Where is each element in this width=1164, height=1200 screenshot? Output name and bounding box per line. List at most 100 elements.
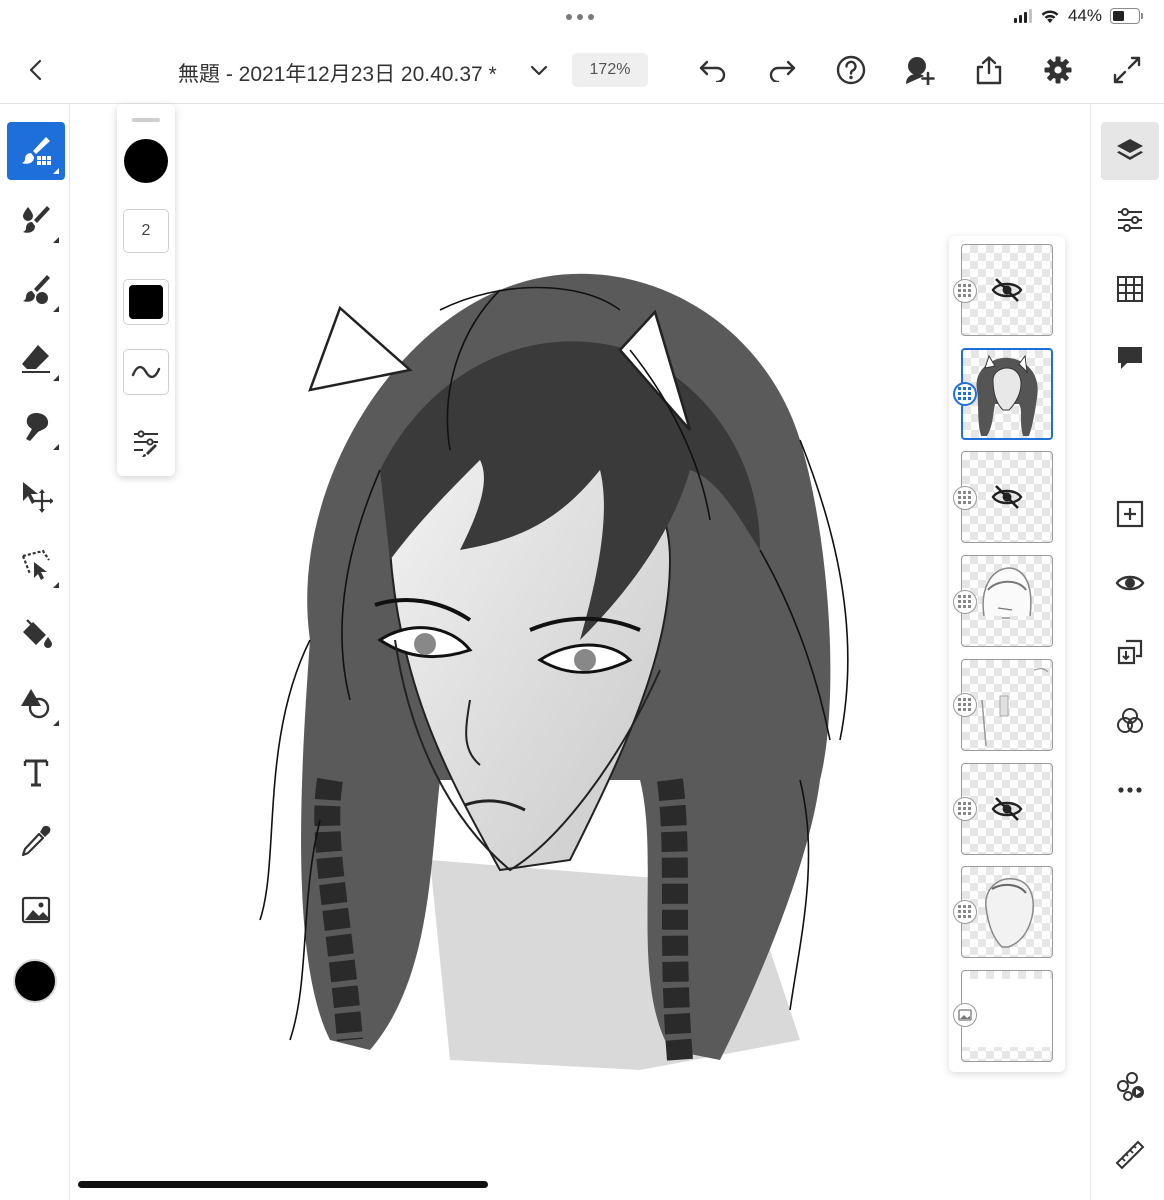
brush-color-swatch[interactable] (124, 139, 168, 183)
add-layer-button[interactable] (1101, 485, 1159, 543)
home-indicator[interactable] (78, 1181, 488, 1188)
multitasking-dots[interactable] (566, 14, 594, 20)
braid-right (657, 778, 693, 1062)
eyedropper-icon (21, 825, 51, 857)
share-icon (976, 56, 1002, 85)
livestream-icon (1117, 1072, 1144, 1101)
layer-type-badge[interactable] (953, 590, 977, 614)
eraser-icon (22, 345, 50, 373)
layer-visibility-button[interactable] (1101, 554, 1159, 612)
hidden-eye-icon (991, 797, 1023, 821)
shapes-icon (21, 689, 50, 719)
merge-down-icon (1117, 639, 1143, 665)
fill-tool[interactable] (7, 605, 65, 663)
lasso-selection-icon (21, 549, 50, 580)
layers-button[interactable] (1101, 122, 1159, 180)
more-layer-actions-button[interactable] (1101, 761, 1159, 819)
visibility-icon (1115, 575, 1145, 591)
wifi-icon (1041, 10, 1059, 23)
help-icon (836, 55, 866, 85)
panel-grabber[interactable] (132, 118, 160, 122)
hidden-eye-icon (991, 485, 1023, 509)
grid-icon (1117, 276, 1143, 302)
brush-properties-panel: 2 (117, 104, 175, 476)
live-brush-tool[interactable] (7, 191, 65, 249)
pixel-layer-icon (958, 595, 971, 608)
layer-type-badge[interactable] (953, 486, 977, 510)
layer-type-badge[interactable] (953, 900, 977, 924)
fullscreen-icon (1113, 56, 1141, 84)
layers-icon (1117, 139, 1143, 160)
zoom-level[interactable]: 172% (572, 53, 648, 87)
layer-type-badge[interactable] (953, 693, 977, 717)
share-button[interactable] (972, 53, 1006, 87)
text-icon (23, 759, 49, 787)
shapes-tool[interactable] (7, 674, 65, 732)
layer-type-badge[interactable] (953, 797, 977, 821)
current-color-swatch[interactable] (13, 959, 57, 1003)
back-icon (29, 59, 42, 81)
back-button[interactable] (20, 54, 52, 86)
opacity-swatch (129, 285, 163, 319)
document-title[interactable]: 無題 - 2021年12月23日 20.40.37 * (178, 58, 497, 88)
layers-panel (949, 236, 1065, 1072)
smudge-icon (26, 413, 49, 441)
layer-type-badge[interactable] (953, 279, 977, 303)
status-indicators: 44% (1013, 6, 1143, 26)
layer-type-badge[interactable] (953, 1003, 977, 1027)
fullscreen-button[interactable] (1110, 53, 1144, 87)
layer-properties-button[interactable] (1101, 191, 1159, 249)
invite-icon (906, 57, 935, 85)
layer-actions-toolbar (1090, 104, 1164, 1200)
drawing-canvas[interactable] (200, 220, 880, 1100)
pixel-layer-icon (958, 905, 971, 918)
paint-bucket-icon (23, 619, 52, 648)
vector-brush-tool[interactable] (7, 260, 65, 318)
brush-settings-icon (134, 430, 158, 457)
blend-mode-button[interactable] (1101, 692, 1159, 750)
comments-button[interactable] (1101, 329, 1159, 387)
chevron-down-icon (530, 65, 548, 76)
right-iris (574, 649, 596, 671)
smoothing-wave-icon (131, 365, 161, 379)
merge-down-button[interactable] (1101, 623, 1159, 681)
pixel-layer-icon (958, 802, 971, 815)
type-tool[interactable] (7, 743, 65, 801)
live-brush-icon (23, 206, 50, 233)
image-icon (21, 896, 51, 924)
undo-button[interactable] (696, 53, 730, 87)
livestream-button[interactable] (1101, 1057, 1159, 1115)
ruler-icon (1115, 1140, 1145, 1170)
eyedropper-tool[interactable] (7, 812, 65, 870)
settings-button[interactable] (1041, 53, 1075, 87)
pixel-brush-tool[interactable] (7, 122, 65, 180)
brush-size-control[interactable]: 2 (123, 209, 169, 253)
smudge-tool[interactable] (7, 398, 65, 456)
image-layer-icon (958, 1009, 972, 1021)
eraser-tool[interactable] (7, 329, 65, 387)
settings-icon (1044, 56, 1072, 84)
brush-settings-button[interactable] (129, 426, 163, 460)
place-image-tool[interactable] (7, 881, 65, 939)
pixel-layer-icon (958, 491, 971, 504)
brush-opacity-control[interactable] (123, 279, 169, 325)
grid-button[interactable] (1101, 260, 1159, 318)
document-menu-button[interactable] (526, 58, 552, 84)
help-button[interactable] (834, 53, 868, 87)
brush-smoothing-control[interactable] (123, 349, 169, 395)
layer-properties-icon (1118, 208, 1142, 232)
transform-tool[interactable] (7, 467, 65, 525)
pixel-layer-icon (958, 284, 971, 297)
add-layer-icon (1116, 500, 1144, 528)
layer-type-badge-selected[interactable] (953, 382, 977, 406)
redo-button[interactable] (765, 53, 799, 87)
battery-icon (1110, 8, 1143, 24)
document-header: 無題 - 2021年12月23日 20.40.37 * 172% (0, 36, 1164, 104)
invite-button[interactable] (903, 53, 937, 87)
comments-icon (1118, 347, 1142, 369)
fresco-app: 44% 無題 - 2021年12月23日 20.40.37 * 172% 2 (0, 0, 1164, 1200)
ruler-button[interactable] (1101, 1126, 1159, 1184)
undo-icon (699, 60, 726, 82)
selection-tool[interactable] (7, 536, 65, 594)
move-transform-icon (23, 482, 53, 513)
